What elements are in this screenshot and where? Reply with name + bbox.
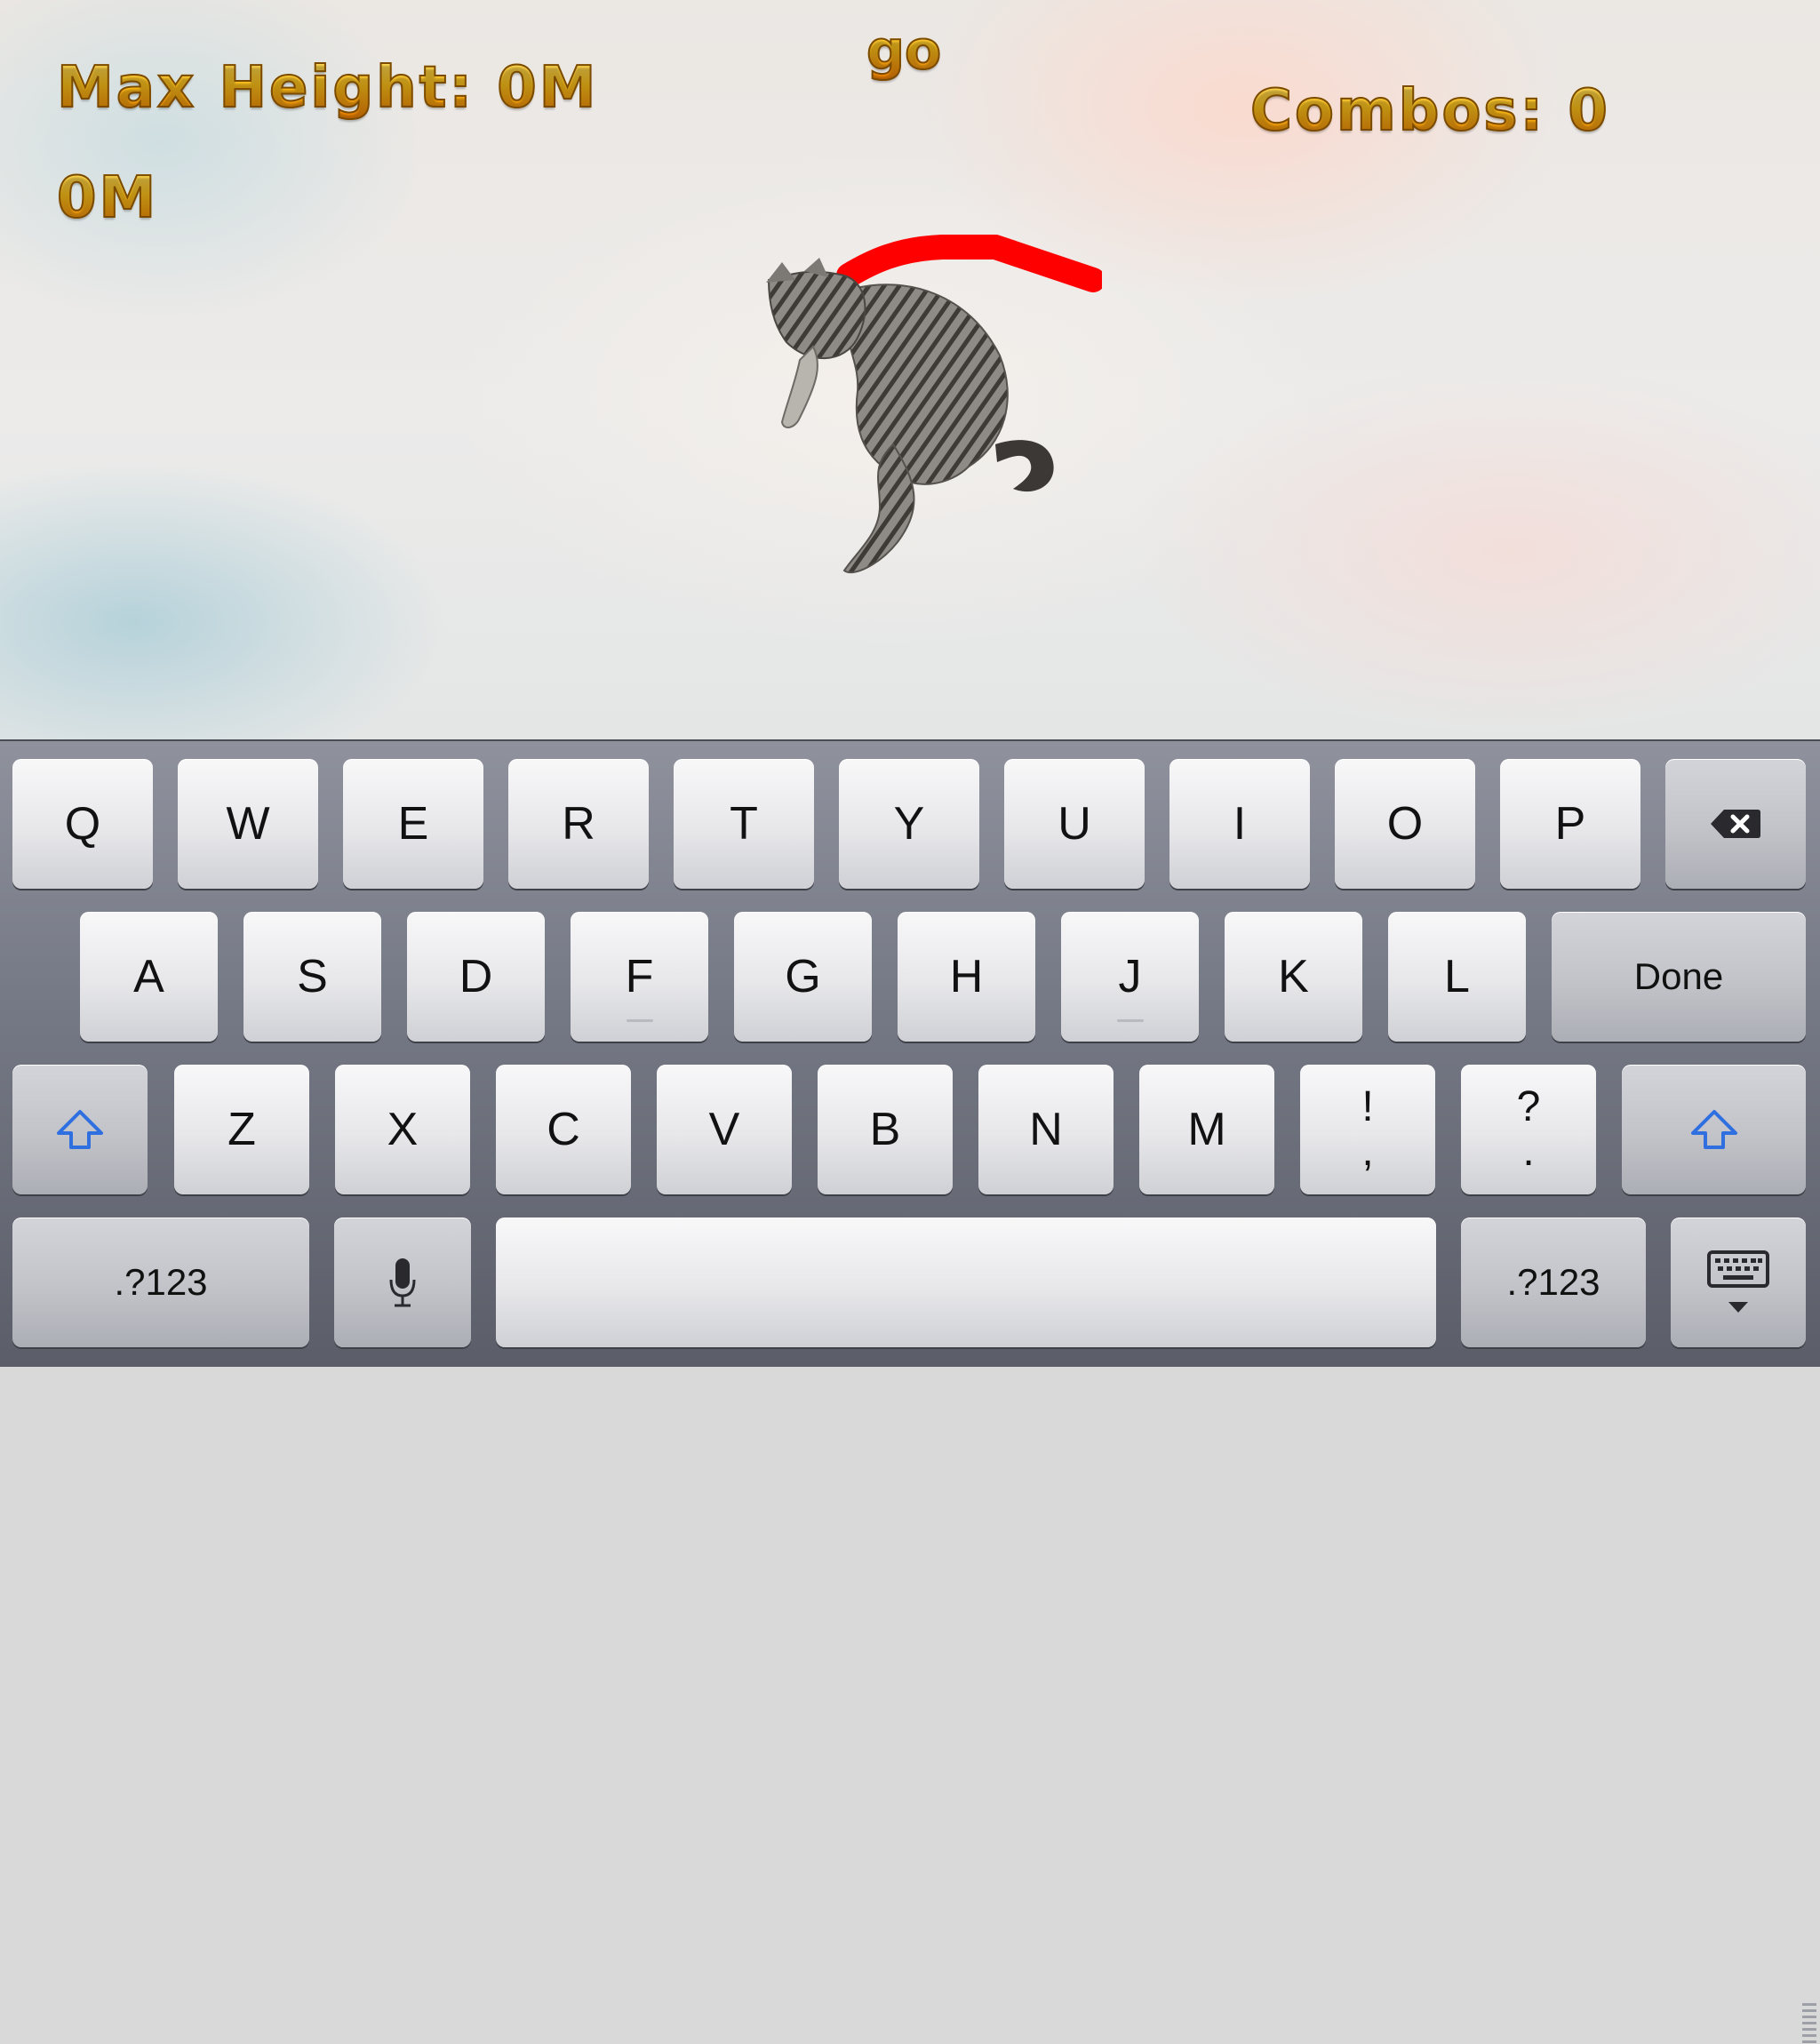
game-screen[interactable]: Max Height: 0M go Combos: 0 0M [0,0,1820,739]
key-label: L [1444,951,1470,1002]
key-label: P [1554,798,1586,850]
onscreen-keyboard: Q W E R T Y U I O P A S D F G H J K L Do… [0,739,1820,2044]
key-label: M [1187,1104,1226,1155]
key-o[interactable]: O [1335,759,1475,889]
key-label: J [1118,951,1142,1002]
key-label: R [562,798,595,850]
cat-sprite [766,258,1054,574]
key-label: G [785,951,821,1002]
numbers-key-right[interactable]: .?123 [1461,1218,1646,1347]
numbers-key-left[interactable]: .?123 [12,1218,309,1347]
key-label: Y [893,798,925,850]
key-h[interactable]: H [898,912,1035,1042]
current-height-label: 0M [56,164,159,232]
key-b[interactable]: B [818,1065,953,1194]
shift-icon [57,1110,103,1149]
key-bottom-label: . [1522,1128,1535,1175]
key-d[interactable]: D [407,912,545,1042]
key-f[interactable]: F [571,912,708,1042]
key-n[interactable]: N [978,1065,1114,1194]
key-z[interactable]: Z [174,1065,309,1194]
key-g[interactable]: G [734,912,872,1042]
key-m[interactable]: M [1139,1065,1274,1194]
max-height-label: Max Height: 0M [56,54,599,122]
space-key[interactable] [496,1218,1436,1347]
backspace-icon [1711,810,1760,838]
key-top-label: ! [1361,1083,1374,1130]
keyboard-grip-handle[interactable] [1802,2003,1816,2044]
key-v[interactable]: V [657,1065,792,1194]
shift-icon [1690,1110,1737,1149]
key-p[interactable]: P [1500,759,1640,889]
key-label: F [625,951,654,1002]
key-label: Q [64,798,101,850]
key-x[interactable]: X [335,1065,470,1194]
backspace-key[interactable] [1665,759,1806,889]
key-w[interactable]: W [178,759,318,889]
done-label: Done [1633,955,1724,997]
combos-label: Combos: 0 [1249,77,1610,145]
key-exclaim-comma[interactable]: !, [1300,1065,1435,1194]
key-label: O [1386,798,1424,850]
key-j[interactable]: J [1061,912,1199,1042]
key-label: S [297,951,328,1002]
key-label: H [949,951,984,1002]
key-i[interactable]: I [1169,759,1310,889]
microphone-icon [389,1258,416,1307]
status-label: go [866,19,942,83]
key-c[interactable]: C [496,1065,631,1194]
key-label: W [226,798,270,850]
key-e[interactable]: E [343,759,483,889]
key-s[interactable]: S [243,912,381,1042]
key-t[interactable]: T [674,759,814,889]
key-label: C [547,1104,580,1155]
key-label: D [459,951,493,1002]
key-label: E [397,798,429,850]
key-label: N [1029,1104,1063,1155]
done-key[interactable]: Done [1552,912,1806,1042]
key-k[interactable]: K [1225,912,1362,1042]
dismiss-keyboard-key[interactable] [1671,1218,1806,1347]
numbers-label: .?123 [114,1261,208,1303]
shift-key-left[interactable] [12,1065,148,1194]
key-label: X [387,1104,419,1155]
key-y[interactable]: Y [839,759,979,889]
key-question-period[interactable]: ?. [1461,1065,1596,1194]
key-label: B [869,1104,901,1155]
key-label: I [1233,798,1247,850]
key-top-label: ? [1516,1083,1541,1130]
key-label: K [1278,951,1309,1002]
key-label: U [1058,798,1091,850]
shift-key-right[interactable] [1622,1065,1806,1194]
home-key-nub [626,1019,653,1022]
home-key-nub [1116,1019,1144,1022]
key-label: T [730,798,758,850]
key-label: Z [228,1104,256,1155]
key-a[interactable]: A [80,912,218,1042]
key-l[interactable]: L [1388,912,1526,1042]
key-q[interactable]: Q [12,759,153,889]
keyboard-dismiss-icon [1707,1250,1769,1313]
key-bottom-label: , [1361,1128,1374,1175]
key-u[interactable]: U [1004,759,1145,889]
key-label: V [708,1104,740,1155]
key-r[interactable]: R [508,759,649,889]
dictation-key[interactable] [334,1218,471,1347]
key-label: A [133,951,164,1002]
numbers-label: .?123 [1506,1261,1600,1303]
